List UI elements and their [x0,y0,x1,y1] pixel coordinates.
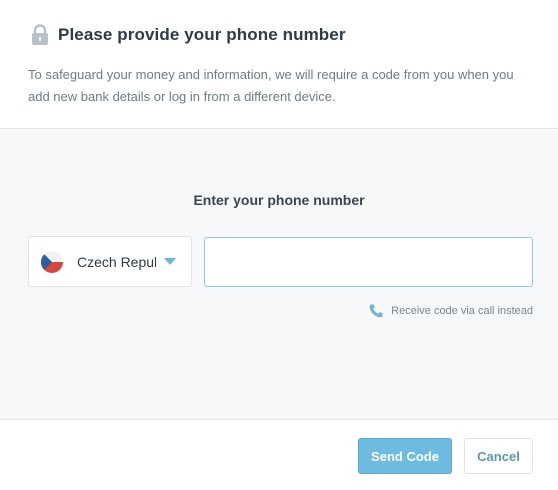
chevron-down-icon [164,258,176,265]
divider [0,419,558,420]
receive-call-label: Receive code via call instead [391,305,533,317]
page-title: Please provide your phone number [58,25,346,44]
cancel-button[interactable]: Cancel [464,438,533,474]
czech-flag-icon [41,250,63,273]
page-description: To safeguard your money and information,… [28,67,514,104]
phone-section-label: Enter your phone number [193,192,365,208]
send-code-button[interactable]: Send Code [358,438,452,474]
receive-call-link[interactable]: Receive code via call instead [368,303,533,319]
phone-icon [368,303,384,319]
modal-header: Please provide your phone number To safe… [0,0,558,128]
country-select[interactable]: Czech Republic [28,236,192,287]
form-panel: Enter your phone number Czech Republic R… [0,129,558,419]
title-row: Please provide your phone number [30,24,346,46]
lock-icon [30,24,50,46]
country-name: Czech Republic [77,253,156,270]
phone-input[interactable] [204,237,533,287]
